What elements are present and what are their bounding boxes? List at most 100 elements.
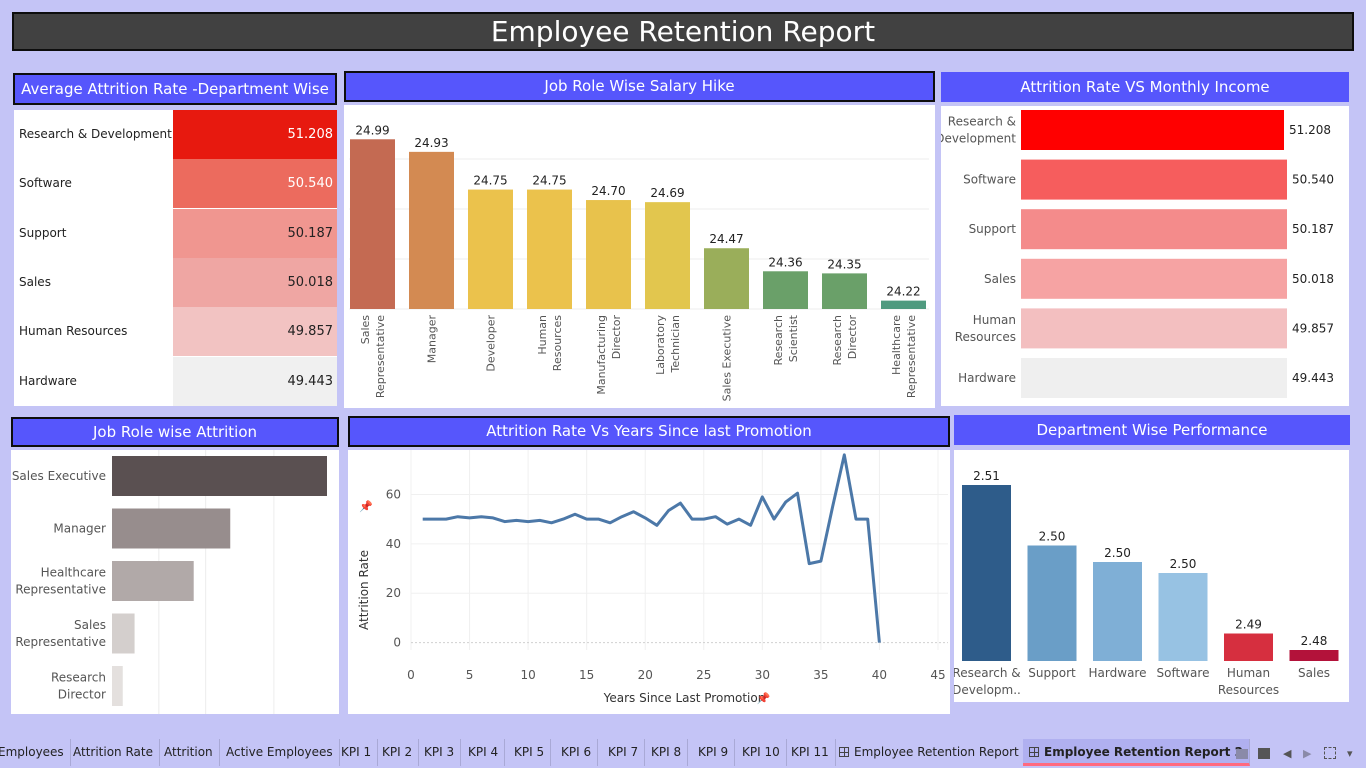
fullscreen-icon[interactable] xyxy=(1324,747,1336,759)
performance-bar[interactable] xyxy=(962,485,1011,661)
x-tick-label: 35 xyxy=(813,668,828,682)
heat-cell: 49.443 xyxy=(173,356,337,406)
x-tick-label: 25 xyxy=(696,668,711,682)
salary-value-label: 24.93 xyxy=(414,136,448,150)
performance-bar[interactable] xyxy=(1093,562,1142,661)
y-tick-label: 20 xyxy=(386,586,401,600)
sheet-tab[interactable]: KPI 8 xyxy=(645,739,689,766)
salary-bar[interactable] xyxy=(586,200,631,309)
x-axis-title: Years Since Last Promotion xyxy=(603,691,766,705)
income-bar[interactable] xyxy=(1021,258,1287,299)
salary-category-label: Human Resources xyxy=(536,315,564,371)
performance-bar[interactable] xyxy=(1158,573,1208,661)
dashboard-icon xyxy=(839,747,849,757)
role-category-label: Research xyxy=(51,671,106,685)
sheet-tab[interactable]: KPI 11 xyxy=(785,739,836,766)
sheet-tab[interactable]: Attrition xyxy=(158,739,220,766)
salary-bar[interactable] xyxy=(468,189,513,309)
sheet-tab[interactable]: KPI 6 xyxy=(555,739,599,766)
income-bar[interactable] xyxy=(1021,209,1287,250)
sheet-tab[interactable]: KPI 10 xyxy=(736,739,787,766)
grid-view-icon[interactable] xyxy=(1236,749,1248,759)
salary-hike-chart: 24.99 Sales Representative 24.93 Manager 24.7… xyxy=(344,105,935,408)
salary-bar[interactable] xyxy=(881,300,926,309)
next-sheet-icon[interactable]: ▶ xyxy=(1303,747,1311,760)
performance-category-label: Software xyxy=(1157,666,1210,680)
salary-bar[interactable] xyxy=(409,151,454,309)
sheet-tab-label: KPI 11 xyxy=(791,745,829,759)
sheet-tab[interactable]: Employee Retention Report xyxy=(833,739,1026,766)
role-attrition-bar[interactable] xyxy=(112,666,123,706)
dept-attrition-header: Average Attrition Rate -Department Wise xyxy=(13,73,337,105)
income-value-label: 50.018 xyxy=(1292,272,1334,286)
salary-category-line: Director xyxy=(846,315,859,360)
salary-bar[interactable] xyxy=(350,139,395,309)
filmstrip-view-icon[interactable] xyxy=(1258,748,1270,759)
sheet-tab[interactable]: KPI 3 xyxy=(418,739,462,766)
salary-category-line: Sales xyxy=(359,315,372,345)
income-bar[interactable] xyxy=(1021,159,1287,200)
salary-bar[interactable] xyxy=(822,273,867,309)
role-category-label: Sales xyxy=(74,618,106,632)
role-attrition-bar[interactable] xyxy=(112,508,231,549)
sheet-tab[interactable]: Active Employees xyxy=(220,739,340,766)
role-attrition-header: Job Role wise Attrition xyxy=(11,417,339,447)
sheet-tab-label: KPI 4 xyxy=(468,745,499,759)
salary-bar[interactable] xyxy=(645,202,690,309)
income-category-label: Human xyxy=(973,313,1016,327)
role-attrition-bar[interactable] xyxy=(112,561,194,601)
sheet-tab[interactable]: Employee Retention Report 2 xyxy=(1023,739,1250,766)
role-attrition-bar[interactable] xyxy=(112,613,135,654)
sheet-tab[interactable]: Employees xyxy=(0,739,71,766)
salary-category-line: Healthcare xyxy=(890,315,903,375)
heat-row: Sales 50.018 xyxy=(14,257,337,307)
income-bar[interactable] xyxy=(1021,110,1284,150)
sheet-tab-label: KPI 9 xyxy=(698,745,729,759)
attrition-line[interactable] xyxy=(422,453,881,643)
dept-value: 50.018 xyxy=(287,274,334,290)
income-bar[interactable] xyxy=(1021,308,1287,349)
salary-bar[interactable] xyxy=(704,248,749,309)
role-category-label: Representative xyxy=(15,635,106,649)
performance-category-label: Support xyxy=(1028,666,1076,680)
sheet-tab-label: KPI 10 xyxy=(742,745,780,759)
sheet-tab-label: KPI 3 xyxy=(424,745,455,759)
performance-bar[interactable] xyxy=(1224,633,1273,662)
salary-value-label: 24.22 xyxy=(886,285,920,299)
salary-bar[interactable] xyxy=(527,189,572,309)
sheet-tab[interactable]: KPI 4 xyxy=(462,739,506,766)
role-attrition-bar[interactable] xyxy=(112,456,327,496)
salary-value-label: 24.70 xyxy=(591,184,625,198)
heat-cell: 51.208 xyxy=(173,110,337,159)
sheet-tab[interactable]: KPI 7 xyxy=(602,739,646,766)
performance-value-label: 2.49 xyxy=(1235,618,1262,632)
sheet-tab[interactable]: KPI 9 xyxy=(692,739,736,766)
salary-value-label: 24.47 xyxy=(709,232,743,246)
sheet-tab[interactable]: KPI 2 xyxy=(376,739,420,766)
salary-value-label: 24.99 xyxy=(355,123,389,137)
sheet-tab[interactable]: Attrition Rate xyxy=(67,739,160,766)
salary-bar[interactable] xyxy=(763,271,808,309)
performance-category-label: Resources xyxy=(1218,683,1279,697)
income-value-label: 51.208 xyxy=(1289,123,1331,137)
menu-icon[interactable]: ▾ xyxy=(1347,747,1353,760)
salary-category-line: Research xyxy=(772,315,785,365)
sheet-tabs: Employees Attrition Rate Attrition Active E… xyxy=(0,739,1366,768)
salary-category-label: Sales Representative xyxy=(359,315,387,398)
salary-category-line: Representative xyxy=(905,315,918,398)
performance-bar[interactable] xyxy=(1027,545,1077,662)
income-category-label: Hardware xyxy=(958,371,1016,385)
income-category-label: Research & xyxy=(948,115,1016,129)
dept-label: Human Resources xyxy=(19,324,128,339)
salary-category-label: Developer xyxy=(485,315,498,372)
sheet-tab[interactable]: KPI 5 xyxy=(508,739,552,766)
performance-bar[interactable] xyxy=(1289,650,1339,661)
sheet-tab-label: Employee Retention Report xyxy=(854,745,1019,759)
sheet-tab[interactable]: KPI 1 xyxy=(335,739,379,766)
dept-label: Support xyxy=(19,225,67,240)
sheet-tab-label: KPI 1 xyxy=(341,745,372,759)
prev-sheet-icon[interactable]: ◀ xyxy=(1283,747,1291,760)
performance-value-label: 2.50 xyxy=(1039,530,1066,544)
income-bar[interactable] xyxy=(1021,358,1287,398)
x-tick-label: 10 xyxy=(520,668,535,682)
